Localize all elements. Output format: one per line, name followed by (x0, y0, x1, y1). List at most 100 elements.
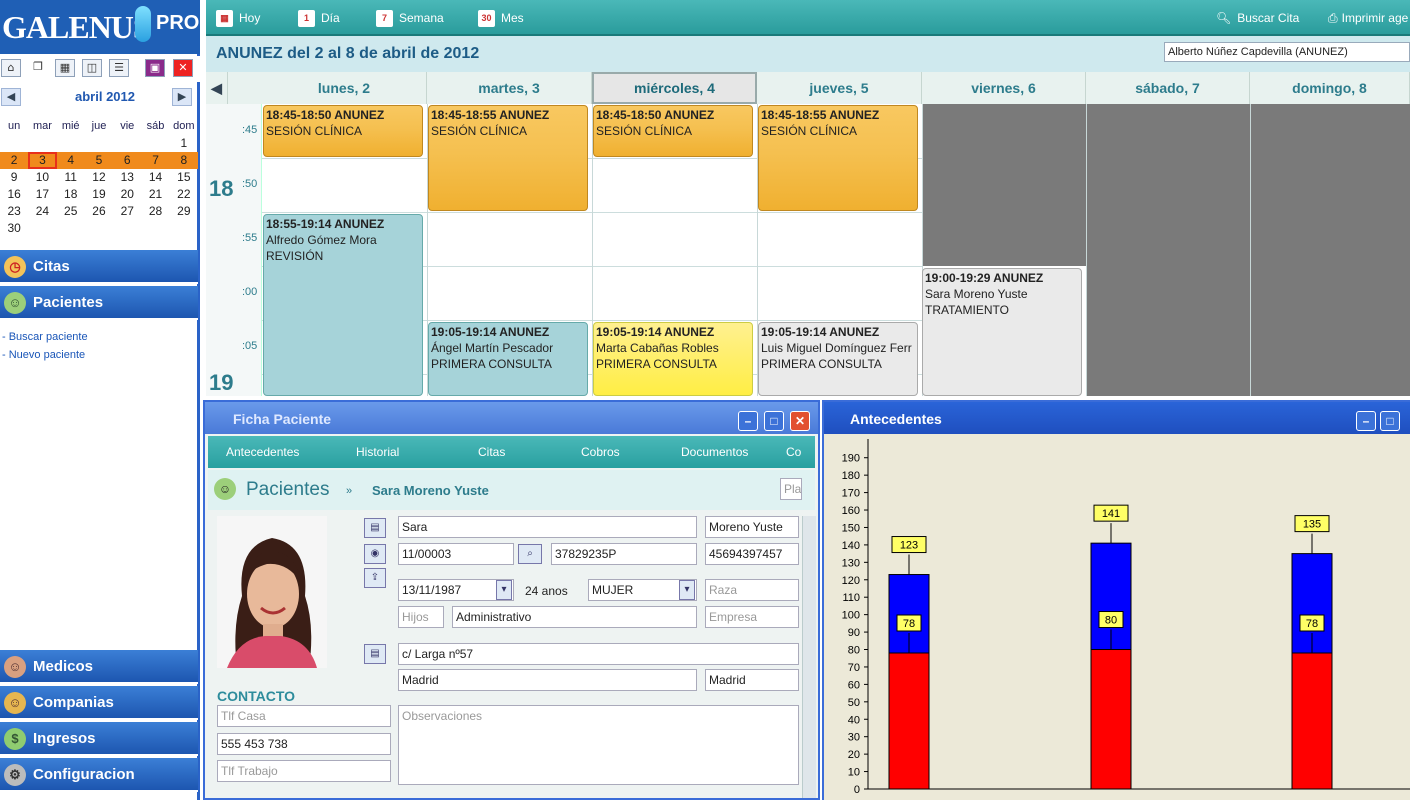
calendar-day[interactable]: 2 (0, 152, 28, 169)
upload-icon[interactable]: ⇪ (364, 568, 386, 588)
maximize-icon[interactable]: □ (764, 411, 784, 431)
day-header[interactable]: martes, 3 (427, 72, 592, 104)
tab-antecedentes[interactable]: Antecedentes (226, 445, 299, 459)
close-icon[interactable]: ✕ (790, 411, 810, 431)
calendar-day[interactable]: 27 (113, 203, 141, 220)
nav-companias[interactable]: ☺ Companias (0, 686, 198, 720)
minimize-icon[interactable]: – (738, 411, 758, 431)
calendar-day[interactable]: 22 (170, 186, 198, 203)
calendar-day[interactable]: 28 (141, 203, 169, 220)
day-header[interactable]: domingo, 8 (1250, 72, 1410, 104)
provincia-field[interactable]: Madrid (705, 669, 799, 691)
calendar-day[interactable]: 24 (28, 203, 56, 220)
close-icon[interactable]: ✕ (173, 59, 193, 77)
calendar-day[interactable]: 25 (57, 203, 85, 220)
appointment[interactable]: 18:45-18:50 ANUNEZ SESIÓN CLÍNICA (263, 105, 423, 157)
day-header[interactable]: lunes, 2 (262, 72, 427, 104)
prev-week-icon[interactable]: ◀ (206, 72, 228, 104)
calendar-day[interactable]: 9 (0, 169, 28, 186)
calendar-day[interactable]: 30 (0, 220, 28, 237)
chevron-down-icon[interactable]: ▾ (679, 580, 695, 600)
calendar-day[interactable]: 6 (113, 152, 141, 169)
imprimir-button[interactable]: ⎙ Imprimir age (1328, 8, 1408, 28)
camera-icon[interactable]: ◉ (364, 544, 386, 564)
minimize-icon[interactable]: – (1356, 411, 1376, 431)
observaciones-field[interactable]: Observaciones (398, 705, 799, 785)
tab-citas[interactable]: Citas (478, 445, 505, 459)
scrollbar[interactable] (802, 516, 816, 798)
profesion-field[interactable]: Administrativo (452, 606, 697, 628)
calendar-day[interactable]: 19 (85, 186, 113, 203)
home-icon[interactable]: ⌂ (1, 59, 21, 77)
calendar-day[interactable]: 1 (170, 135, 198, 152)
appointment[interactable]: 18:45-18:55 ANUNEZ SESIÓN CLÍNICA (758, 105, 918, 211)
copy-icon[interactable]: ❐ (28, 59, 48, 77)
calendar-day[interactable]: 14 (141, 169, 169, 186)
buscar-cita-button[interactable]: 🔍︎ Buscar Cita (1216, 8, 1299, 28)
nav-medicos[interactable]: ☺ Medicos (0, 650, 198, 684)
grid-icon[interactable]: ▦ (55, 59, 75, 77)
list-icon[interactable]: ☰ (109, 59, 129, 77)
codigo-field[interactable]: 11/00003 (398, 543, 514, 565)
calendar-day[interactable]: 13 (113, 169, 141, 186)
tel-casa-field[interactable]: Tlf Casa (217, 705, 391, 727)
maximize-icon[interactable]: □ (1380, 411, 1400, 431)
calendar-day[interactable]: 11 (57, 169, 85, 186)
tel-movil-field[interactable]: 555 453 738 (217, 733, 391, 755)
calendar-day[interactable]: 5 (85, 152, 113, 169)
calendar-day[interactable]: 12 (85, 169, 113, 186)
prev-month-icon[interactable]: ◀ (1, 88, 21, 106)
nuevo-paciente-link[interactable]: - Nuevo paciente (2, 349, 85, 361)
appointment[interactable]: 19:05-19:14 ANUNEZ Luis Miguel Domínguez … (758, 322, 918, 396)
tab-historial[interactable]: Historial (356, 445, 399, 459)
ciudad-field[interactable]: Madrid (398, 669, 697, 691)
raza-field[interactable]: Raza (705, 579, 799, 601)
tab-cobros[interactable]: Cobros (581, 445, 620, 459)
calendar-day[interactable]: 8 (170, 152, 198, 169)
direccion-field[interactable]: c/ Larga nº57 (398, 643, 799, 665)
appointment[interactable]: 19:05-19:14 ANUNEZ Ángel Martín Pescador P… (428, 322, 588, 396)
calendar-day[interactable]: 21 (141, 186, 169, 203)
calendar-day[interactable]: 20 (113, 186, 141, 203)
calendar-day[interactable]: 16 (0, 186, 28, 203)
calendar-day[interactable]: 17 (28, 186, 56, 203)
telefono-field[interactable]: 45694397457 (705, 543, 799, 565)
day-header[interactable]: viernes, 6 (922, 72, 1086, 104)
nav-configuracion[interactable]: ⚙ Configuracion (0, 758, 198, 792)
dia-button[interactable]: 1 Día (298, 8, 340, 28)
day-header[interactable]: jueves, 5 (757, 72, 922, 104)
calendar-day[interactable]: 4 (57, 152, 85, 169)
mes-button[interactable]: 30 Mes (478, 8, 524, 28)
nombre-field[interactable]: Sara (398, 516, 697, 538)
search-icon[interactable]: ⌕ (518, 544, 542, 564)
save-icon[interactable]: ▣ (145, 59, 165, 77)
nav-citas[interactable]: ◷ Citas (0, 250, 198, 284)
semana-button[interactable]: 7 Semana (376, 8, 444, 28)
calendar-day[interactable]: 23 (0, 203, 28, 220)
nav-ingresos[interactable]: $ Ingresos (0, 722, 198, 756)
appointment[interactable]: 18:45-18:50 ANUNEZ SESIÓN CLÍNICA (593, 105, 753, 157)
calendar-day[interactable]: 10 (28, 169, 56, 186)
appointment[interactable]: 18:55-19:14 ANUNEZ Alfredo Gómez Mora REVI… (263, 214, 423, 396)
day-header[interactable]: sábado, 7 (1086, 72, 1250, 104)
tab-documentos[interactable]: Documentos (681, 445, 748, 459)
appointment[interactable]: 18:45-18:55 ANUNEZ SESIÓN CLÍNICA (428, 105, 588, 211)
chevron-down-icon[interactable]: ▾ (496, 580, 512, 600)
calendar-day[interactable]: 3 (28, 152, 57, 169)
calendar-day[interactable]: 29 (170, 203, 198, 220)
doctor-select[interactable]: Alberto Núñez Capdevilla (ANUNEZ) (1164, 42, 1410, 62)
tab-more[interactable]: Co (786, 445, 801, 459)
day-header[interactable]: miércoles, 4 (592, 72, 757, 104)
appointment[interactable]: 19:05-19:14 ANUNEZ Marta Cabañas Robles PR… (593, 322, 753, 396)
edit-photo-icon[interactable]: ▤ (364, 518, 386, 538)
search-input[interactable]: Pla (780, 478, 802, 500)
nav-pacientes[interactable]: ☺ Pacientes (0, 286, 198, 320)
map-icon[interactable]: ▤ (364, 644, 386, 664)
split-icon[interactable]: ◫ (82, 59, 102, 77)
next-month-icon[interactable]: ▶ (172, 88, 192, 106)
hijos-field[interactable]: Hijos (398, 606, 444, 628)
tel-trabajo-field[interactable]: Tlf Trabajo (217, 760, 391, 782)
empresa-field[interactable]: Empresa (705, 606, 799, 628)
buscar-paciente-link[interactable]: - Buscar paciente (2, 331, 88, 343)
calendar-day[interactable]: 18 (57, 186, 85, 203)
